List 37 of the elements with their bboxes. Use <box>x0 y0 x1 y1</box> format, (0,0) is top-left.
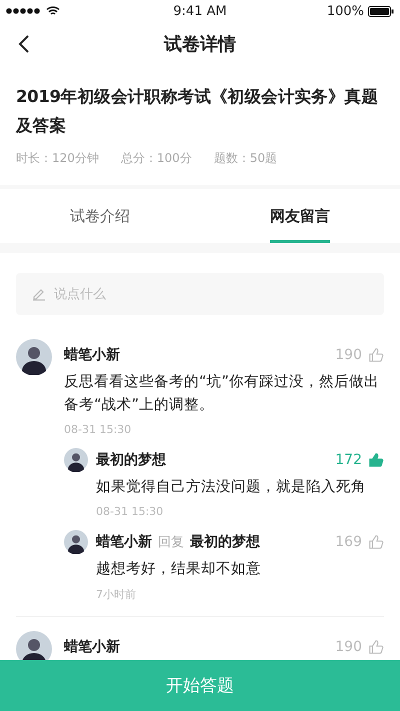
battery-icon <box>368 6 394 16</box>
avatar <box>64 448 88 472</box>
thumb-up-icon[interactable] <box>368 639 384 655</box>
back-icon[interactable] <box>18 34 30 54</box>
status-time: 9:41 AM <box>173 4 227 18</box>
user-name: 最初的梦想 <box>96 451 166 469</box>
paper-meta: 题数：50题 <box>214 150 278 167</box>
pencil-icon <box>32 287 46 301</box>
avatar <box>16 339 52 375</box>
wifi-icon <box>46 6 60 16</box>
user-name: 蜡笔小新 <box>64 638 120 656</box>
tab[interactable]: 网友留言 <box>200 189 400 243</box>
paper-title: 2019年初级会计职称考试《初级会计实务》真题及答案 <box>16 86 380 137</box>
user-name: 蜡笔小新 <box>64 346 120 364</box>
like-count: 172 <box>335 452 362 468</box>
paper-meta: 时长：120分钟 <box>16 150 99 167</box>
comment-time: 08-31 15:30 <box>64 423 132 436</box>
paper-meta: 总分：100分 <box>120 150 192 167</box>
page-title: 试卷详情 <box>164 33 236 56</box>
like-count: 190 <box>335 347 362 363</box>
user-name: 蜡笔小新 <box>96 533 152 551</box>
tab[interactable]: 试卷介绍 <box>0 189 200 243</box>
battery-percent: 100% <box>326 4 364 18</box>
thumb-up-icon[interactable] <box>368 534 384 550</box>
comment-time: 7小时前 <box>96 587 137 602</box>
comment-text: 反思看看这些备考的“坑”你有踩过没，然后做出备考“战术”上的调整。 <box>64 372 380 415</box>
comment-text: 如果觉得自己方法没问题，就是陷入死角 <box>96 478 367 497</box>
thumb-up-icon[interactable] <box>368 452 384 468</box>
like-count: 190 <box>335 639 362 655</box>
comment-text: 越想考好，结果却不如意 <box>96 560 262 579</box>
thumb-up-icon[interactable] <box>368 347 384 363</box>
signal-icon <box>6 8 42 14</box>
comment-time: 08-31 15:30 <box>96 505 164 518</box>
reply-label: 回复 <box>158 534 184 551</box>
user-name: 最初的梦想 <box>190 533 260 551</box>
like-count: 169 <box>335 534 362 550</box>
avatar <box>64 530 88 554</box>
